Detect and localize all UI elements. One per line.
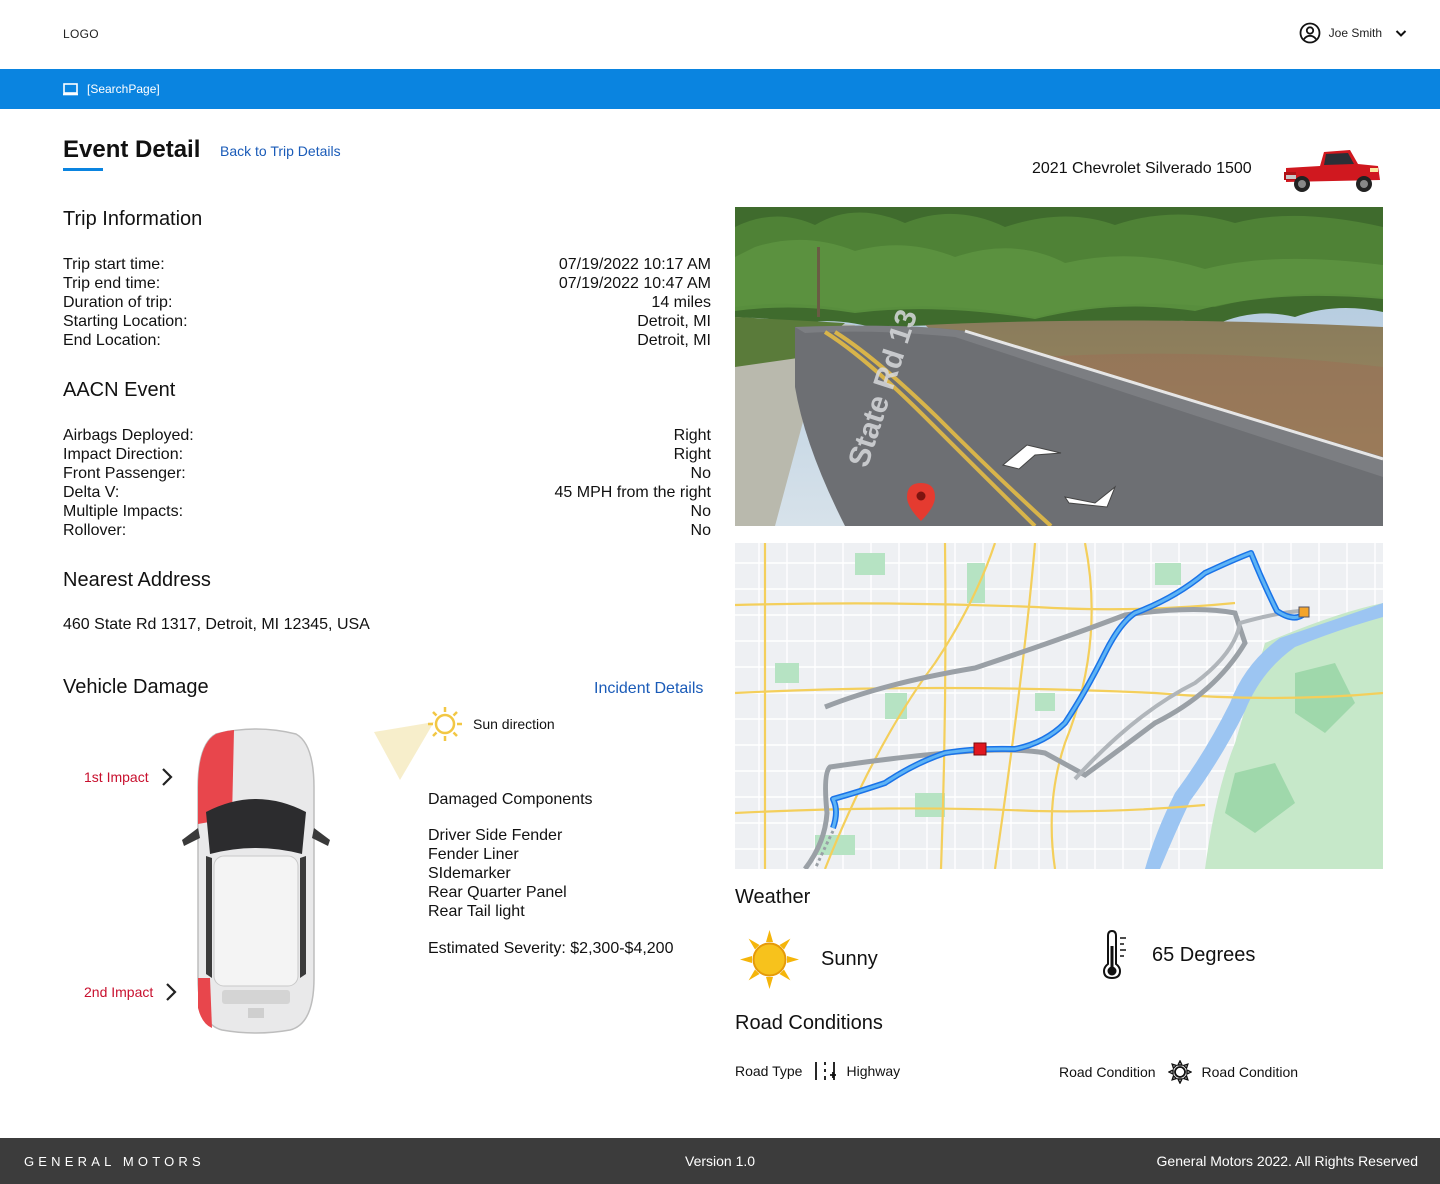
- damaged-components-title: Damaged Components: [428, 791, 593, 808]
- start-location-label: Starting Location:: [63, 313, 188, 330]
- impact-direction-value: Right: [673, 446, 711, 463]
- second-impact-marker[interactable]: 2nd Impact: [84, 982, 177, 1002]
- nearest-address-title: Nearest Address: [63, 569, 211, 591]
- aacn-event-title: AACN Event: [63, 379, 176, 401]
- table-row: Trip start time: 07/19/2022 10:17 AM: [63, 255, 711, 274]
- monitor-icon: [63, 82, 78, 95]
- street-view-scene: State Rd 13: [735, 207, 1383, 526]
- user-menu[interactable]: Joe Smith: [1299, 22, 1408, 44]
- first-impact-marker[interactable]: 1st Impact: [84, 767, 173, 787]
- breadcrumb[interactable]: [SearchPage]: [63, 82, 160, 96]
- sun-direction-indicator: [374, 707, 462, 780]
- breadcrumb-bar: [SearchPage]: [0, 69, 1440, 109]
- sun-direction-label: Sun direction: [473, 716, 555, 732]
- route-map[interactable]: [735, 543, 1383, 869]
- table-row: Trip end time: 07/19/2022 10:47 AM: [63, 274, 711, 293]
- table-row: Impact Direction: Right: [63, 445, 711, 464]
- page-title: Event Detail: [63, 136, 201, 163]
- road-conditions-title: Road Conditions: [735, 1012, 883, 1034]
- title-underline: [63, 168, 103, 171]
- trip-end-label: Trip end time:: [63, 275, 161, 292]
- delta-v-value: 45 MPH from the right: [554, 484, 712, 501]
- list-item: SIdemarker: [428, 865, 511, 882]
- footer-version: Version 1.0: [685, 1153, 756, 1169]
- multiple-impacts-value: No: [690, 503, 711, 520]
- duration-label: Duration of trip:: [63, 294, 173, 311]
- breadcrumb-label: [SearchPage]: [87, 82, 160, 96]
- trip-start-label: Trip start time:: [63, 256, 165, 273]
- chevron-right-icon: [166, 983, 177, 1001]
- table-row: Airbags Deployed: Right: [63, 426, 711, 445]
- road-type-value: Highway: [846, 1063, 901, 1079]
- table-row: Rollover: No: [63, 521, 711, 540]
- trip-start-value: 07/19/2022 10:17 AM: [558, 256, 711, 273]
- table-row: Starting Location: Detroit, MI: [63, 312, 711, 331]
- sun-outline-icon: [1167, 1060, 1192, 1084]
- vehicle-name: 2021 Chevrolet Silverado 1500: [1032, 160, 1252, 177]
- trip-end-value: 07/19/2022 10:47 AM: [558, 275, 711, 292]
- first-impact-label: 1st Impact: [84, 769, 149, 785]
- route-map-canvas: [735, 543, 1383, 869]
- table-row: Front Passenger: No: [63, 464, 711, 483]
- front-passenger-value: No: [690, 465, 711, 482]
- weather-condition-value: Sunny: [821, 948, 878, 970]
- weather-title: Weather: [735, 886, 811, 908]
- trip-info-list: Trip start time: 07/19/2022 10:17 AM Trip…: [63, 255, 711, 350]
- rollover-label: Rollover:: [63, 522, 127, 539]
- street-view-image[interactable]: State Rd 13: [735, 207, 1383, 526]
- front-passenger-label: Front Passenger:: [63, 465, 186, 482]
- road-condition-label: Road Condition: [1059, 1064, 1156, 1080]
- estimated-severity: Estimated Severity: $2,300-$4,200: [428, 940, 674, 957]
- road-type-icon: [815, 1062, 837, 1080]
- damaged-components-list: Driver Side Fender Fender Liner SIdemark…: [428, 826, 567, 921]
- vehicle-damage-title: Vehicle Damage: [63, 676, 209, 698]
- nearest-address-value: 460 State Rd 1317, Detroit, MI 12345, US…: [63, 616, 370, 633]
- table-row: Delta V: 45 MPH from the right: [63, 483, 711, 502]
- end-location-label: End Location:: [63, 332, 161, 349]
- list-item: Rear Tail light: [428, 903, 525, 920]
- list-item: Rear Quarter Panel: [428, 884, 567, 901]
- delta-v-label: Delta V:: [63, 484, 120, 501]
- weather-condition: Sunny: [740, 930, 878, 989]
- list-item: Fender Liner: [428, 846, 519, 863]
- trip-info-title: Trip Information: [63, 208, 203, 230]
- footer-brand: GENERAL MOTORS: [24, 1154, 205, 1169]
- weather-temperature: 65 Degrees: [1100, 930, 1255, 980]
- road-condition: Road Condition Road Condition: [1059, 1060, 1298, 1084]
- chevron-down-icon[interactable]: [1394, 26, 1408, 40]
- footer: GENERAL MOTORS Version 1.0 General Motor…: [0, 1138, 1440, 1184]
- second-impact-label: 2nd Impact: [84, 984, 154, 1000]
- start-location-value: Detroit, MI: [637, 313, 711, 330]
- road-type: Road Type Highway: [735, 1060, 900, 1082]
- temperature-value: 65 Degrees: [1152, 943, 1256, 966]
- sun-icon: [740, 930, 799, 989]
- back-to-trip-details-link[interactable]: Back to Trip Details: [220, 143, 341, 159]
- user-name: Joe Smith: [1328, 26, 1382, 40]
- user-avatar-icon: [1299, 22, 1321, 44]
- list-item: Driver Side Fender: [428, 827, 563, 844]
- end-location-value: Detroit, MI: [637, 332, 711, 349]
- pickup-truck-image: [1284, 150, 1380, 192]
- airbags-label: Airbags Deployed:: [63, 427, 194, 444]
- incident-details-link[interactable]: Incident Details: [594, 680, 703, 698]
- airbags-value: Right: [673, 427, 711, 444]
- logo[interactable]: LOGO: [63, 27, 99, 41]
- table-row: Multiple Impacts: No: [63, 502, 711, 521]
- impact-direction-label: Impact Direction:: [63, 446, 184, 463]
- road-type-label: Road Type: [735, 1063, 803, 1079]
- table-row: Duration of trip: 14 miles: [63, 293, 711, 312]
- aacn-event-list: Airbags Deployed: Right Impact Direction:…: [63, 426, 711, 540]
- thermometer-icon: [1102, 930, 1126, 980]
- vehicle-top-view-diagram: [182, 728, 330, 1034]
- rollover-value: No: [690, 522, 711, 539]
- multiple-impacts-label: Multiple Impacts:: [63, 503, 184, 520]
- duration-value: 14 miles: [651, 294, 711, 311]
- top-header: LOGO Joe Smith: [0, 0, 1440, 69]
- footer-copyright: General Motors 2022. All Rights Reserved: [1156, 1153, 1418, 1169]
- table-row: End Location: Detroit, MI: [63, 331, 711, 350]
- chevron-right-icon: [161, 768, 173, 786]
- road-condition-value: Road Condition: [1201, 1064, 1299, 1080]
